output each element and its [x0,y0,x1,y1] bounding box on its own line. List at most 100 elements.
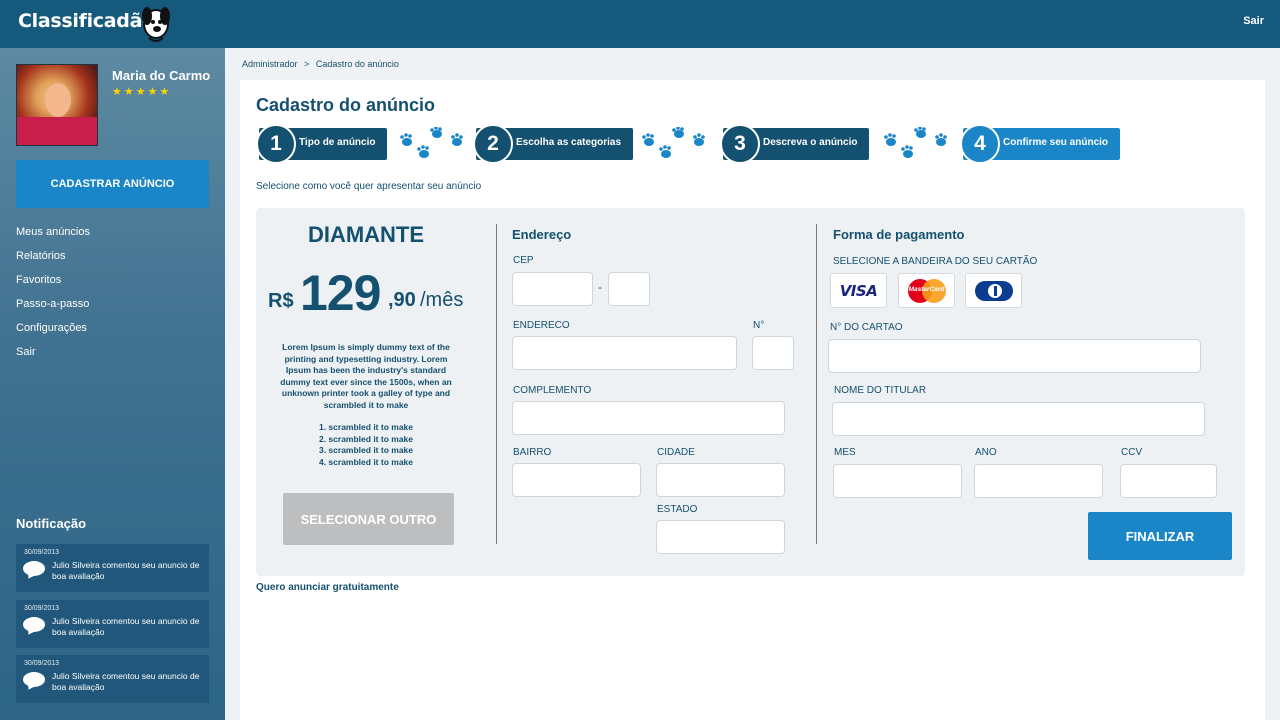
cep-separator: - [598,280,602,294]
price-cents: ,90 [388,289,416,311]
free-ad-link[interactable]: Quero anunciar gratuitamente [256,582,399,593]
step-1[interactable]: 1 Tipo de anúncio [256,124,388,164]
dog-mascot-icon [142,7,170,42]
sidebar-item-my-ads[interactable]: Meus anúncios [16,224,90,248]
divider [496,224,497,544]
sidebar-item-logout[interactable]: Sair [16,344,90,368]
month-label: MES [834,447,856,458]
step-3[interactable]: 3 Descreva o anúncio [720,124,870,164]
notification-text: Julio Silveira comentou seu anuncio de b… [52,671,200,692]
cep-input[interactable] [512,272,593,306]
finish-button[interactable]: FINALIZAR [1088,512,1232,560]
complement-input[interactable] [512,401,785,435]
notifications-title: Notificação [16,516,87,531]
notification-item[interactable]: 30/09/2013 Julio Silveira comentou seu a… [16,600,209,648]
holder-name-input[interactable] [832,402,1205,436]
list-item: 3. scrambled it to make [318,445,413,455]
chat-bubble-icon [23,561,45,576]
notification-item[interactable]: 30/09/2013 Julio Silveira comentou seu a… [16,655,209,703]
notification-date: 30/09/2013 [24,605,60,612]
notification-text: Julio Silveira comentou seu anuncio de b… [52,560,200,581]
notification-date: 30/09/2013 [24,660,60,667]
address-title: Endereço [512,227,572,242]
sidebar-item-step-by-step[interactable]: Passo-a-passo [16,296,90,320]
checkout-panel: DIAMANTE R$ 129 ,90 /mês Lorem Ipsum is … [256,208,1245,576]
card-number-input[interactable] [828,339,1201,373]
mastercard-option[interactable]: MasterCard [898,273,955,308]
number-label: N° [753,320,765,331]
cep-label: CEP [513,255,534,266]
price-period: /mês [420,289,464,311]
ccv-input[interactable] [1120,464,1217,498]
user-name[interactable]: Maria do Carmo [112,68,210,83]
breadcrumb-admin[interactable]: Administrador [242,59,298,69]
plan-description: Lorem Ipsum is simply dummy text of the … [280,342,452,410]
breadcrumb-current: Cadastro do anúncio [315,59,399,69]
card-number-label: N° DO CARTAO [830,322,903,333]
number-input[interactable] [752,336,794,370]
plan-feature-list: 1. scrambled it to make 2. scrambled it … [276,422,456,468]
visa-logo-icon: VISA [839,281,878,300]
breadcrumb: Administrador > Cadastro do anúncio [242,59,403,69]
payment-title: Forma de pagamento [833,227,965,242]
notification-text: Julio Silveira comentou seu anuncio de b… [52,616,200,637]
sidebar-item-settings[interactable]: Configurações [16,320,90,344]
sidebar-item-reports[interactable]: Relatórios [16,248,90,272]
year-label: ANO [975,447,997,458]
user-rating-stars: ★★★★★ [112,86,172,98]
city-label: CIDADE [657,447,695,458]
cep-suffix-input[interactable] [608,272,650,306]
breadcrumb-separator: > [304,59,310,69]
step-label: Descreva o anúncio [763,137,858,148]
chat-bubble-icon [23,672,45,687]
step-number: 3 [720,124,760,164]
plan-name: DIAMANTE [307,222,425,247]
city-input[interactable] [656,463,785,497]
diners-logo-icon [974,280,1013,301]
page-title: Cadastro do anúncio [256,95,436,115]
state-input[interactable] [656,520,785,554]
state-label: ESTADO [657,504,698,515]
paw-prints-icon [642,127,705,158]
top-bar: Classificadão Sair [0,0,1280,48]
step-4[interactable]: 4 Confirme seu anúncio [960,124,1121,164]
complement-label: COMPLEMENTO [513,385,592,396]
step-number: 2 [473,124,513,164]
list-item: 2. scrambled it to make [318,433,413,444]
notification-item[interactable]: 30/09/2013 Julio Silveira comentou seu a… [16,544,209,592]
mastercard-logo-icon: MasterCard [907,278,946,303]
app-logo[interactable]: Classificadão [18,10,155,32]
visa-option[interactable]: VISA [830,273,887,308]
step-number: 1 [256,124,296,164]
main-content: Cadastro do anúncio 1 Tipo de anúncio 2 … [240,80,1265,720]
card-brand-label: SELECIONE A BANDEIRA DO SEU CARTÃO [833,256,1038,267]
create-ad-button[interactable]: CADASTRAR ANÚNCIO [16,160,209,208]
chat-bubble-icon [23,617,45,632]
sidebar-menu: Meus anúncios Relatórios Favoritos Passo… [16,224,90,368]
street-label: ENDERECO [513,320,570,331]
list-item: 4. scrambled it to make [318,456,413,467]
year-input[interactable] [974,464,1103,498]
sidebar-item-favorites[interactable]: Favoritos [16,272,90,296]
divider [816,224,817,544]
holder-name-label: NOME DO TITULAR [834,385,927,396]
logout-link[interactable]: Sair [1243,15,1264,27]
paw-prints-icon [884,127,947,158]
step-label: Confirme seu anúncio [1003,137,1109,148]
diners-option[interactable] [965,273,1022,308]
sidebar: Maria do Carmo ★★★★★ CADASTRAR ANÚNCIO M… [0,48,225,720]
district-input[interactable] [512,463,641,497]
paw-prints-icon [400,127,463,158]
instruction-text: Selecione como você quer apresentar seu … [256,181,482,192]
select-other-button[interactable]: SELECIONAR OUTRO [283,493,454,545]
district-label: BAIRRO [513,447,552,458]
ccv-label: CCV [1121,447,1143,458]
month-input[interactable] [833,464,962,498]
price-integer: 129 [300,265,381,321]
street-input[interactable] [512,336,737,370]
price-currency: R$ [268,290,294,312]
notification-date: 30/09/2013 [24,549,60,556]
avatar-face [45,83,71,117]
avatar[interactable] [16,64,98,146]
step-2[interactable]: 2 Escolha as categorias [473,124,634,164]
